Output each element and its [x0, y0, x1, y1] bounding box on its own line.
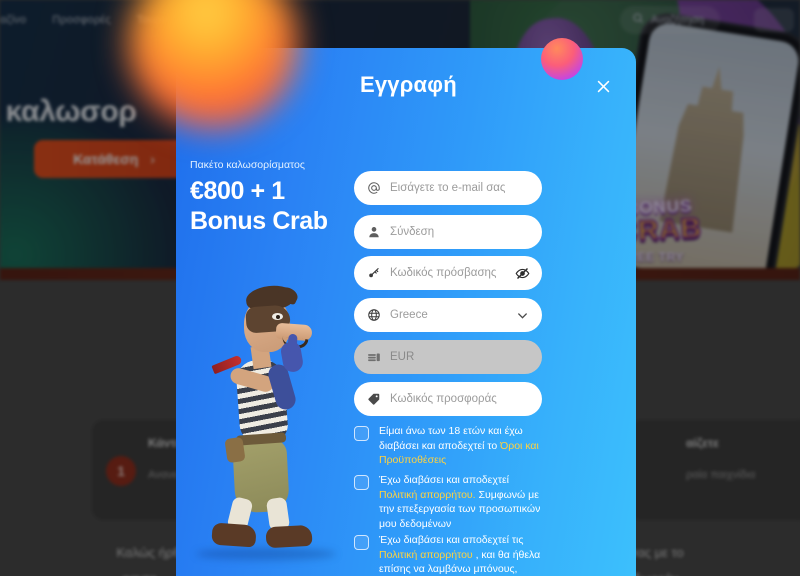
consent-text-before: Έχω διαβάσει και αποδεχτεί τις [379, 534, 524, 546]
consent-text-before: Έχω διαβάσει και αποδεχτεί [379, 474, 509, 486]
country-select[interactable]: Greece [354, 298, 542, 332]
currency-select-value: EUR [390, 351, 415, 363]
promo-code-field[interactable]: Κωδικός προσφοράς [354, 382, 542, 416]
privacy-policy-link-marketing[interactable]: Πολιτική απορρήτου [379, 549, 473, 561]
password-field-placeholder: Κωδικός πρόσβασης [390, 267, 497, 279]
consent-text-age-terms: Είμαι άνω των 18 ετών και έχω διαβάσει κ… [379, 424, 550, 468]
promo-code-field-placeholder: Κωδικός προσφοράς [390, 393, 497, 405]
promo-amount-line1: €800 + 1 [190, 177, 285, 205]
checkbox-marketing[interactable] [354, 535, 369, 550]
modal-title: Εγγραφή [360, 72, 457, 97]
email-field-placeholder: Εισάγετε το e-mail σας [390, 182, 506, 194]
globe-icon [366, 308, 381, 323]
consent-row-marketing: Έχω διαβάσει και αποδεχτεί τις Πολιτική … [354, 533, 550, 576]
tag-icon [366, 392, 381, 407]
checkbox-privacy[interactable] [354, 475, 369, 490]
consent-text-marketing: Έχω διαβάσει και αποδεχτεί τις Πολιτική … [379, 533, 550, 576]
login-field[interactable]: Σύνδεση [354, 215, 542, 249]
promo-character-illustration [190, 283, 342, 566]
password-field[interactable]: Κωδικός πρόσβασης [354, 256, 542, 290]
checkbox-age-terms[interactable] [354, 426, 369, 441]
at-sign-icon [366, 181, 381, 196]
consent-row-privacy: Έχω διαβάσει και αποδεχτεί Πολιτική απορ… [354, 473, 550, 531]
privacy-policy-link[interactable]: Πολιτική απορρήτου. [379, 489, 476, 501]
chevron-down-icon[interactable] [515, 308, 530, 323]
email-field[interactable]: Εισάγετε το e-mail σας [354, 171, 542, 205]
currency-select: EUR [354, 340, 542, 374]
consent-text-privacy: Έχω διαβάσει και αποδεχτεί Πολιτική απορ… [379, 473, 550, 531]
promo-amount: €800 + 1 Bonus Crab [190, 176, 352, 236]
eye-off-icon[interactable] [515, 266, 530, 281]
decorative-orb-small [541, 38, 583, 80]
promo-amount-line2: Bonus Crab [190, 207, 328, 235]
country-select-value: Greece [390, 309, 428, 321]
promo-kicker: Πακέτο καλωσορίσματος [190, 159, 305, 171]
consent-row-age-terms: Είμαι άνω των 18 ετών και έχω διαβάσει κ… [354, 424, 550, 468]
screen: BONUS CRAB +1 FREE TRY αζίνο Προσφορές Τ… [0, 0, 800, 576]
close-icon[interactable] [590, 73, 616, 99]
registration-modal: Πακέτο καλωσορίσματος €800 + 1 Bonus Cra… [176, 48, 636, 576]
money-icon [366, 350, 381, 365]
key-icon [366, 266, 381, 281]
user-icon [366, 225, 381, 240]
login-field-placeholder: Σύνδεση [390, 226, 435, 238]
